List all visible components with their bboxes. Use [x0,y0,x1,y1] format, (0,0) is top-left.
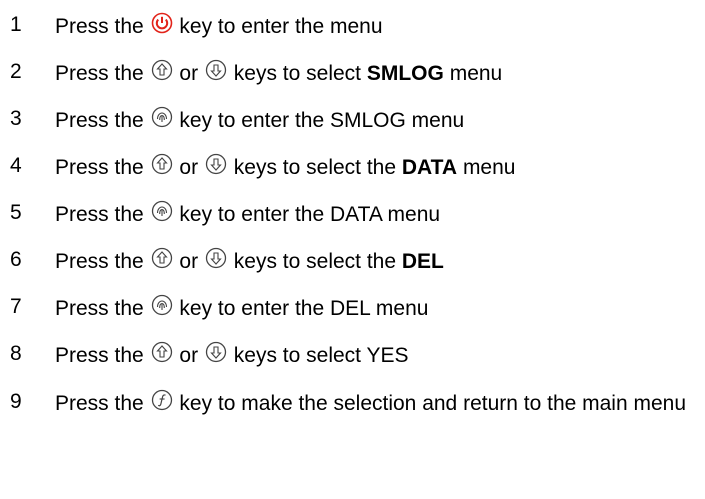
step-text: Press the or keys to select the DEL [55,247,695,274]
step-text: Press the or keys to select YES [55,341,695,368]
down-arrow-icon [205,247,227,269]
down-arrow-icon [205,153,227,175]
power-icon [151,12,173,34]
step-number: 7 [10,295,22,318]
up-arrow-icon [151,341,173,363]
function-icon [151,389,173,411]
step-number: 4 [10,154,22,177]
down-arrow-icon [205,59,227,81]
enter-icon [151,294,173,316]
down-arrow-icon [205,341,227,363]
step-text: Press the key to enter the DATA menu [55,200,695,227]
up-arrow-icon [151,59,173,81]
step-text: Press the key to make the selection and … [55,389,698,416]
enter-icon [151,200,173,222]
step-number: 9 [10,390,22,413]
enter-icon [151,106,173,128]
step-text: Press the or keys to select the DATA men… [55,153,695,180]
step-text: Press the key to enter the SMLOG menu [55,106,695,133]
step-number: 6 [10,248,22,271]
step-text: Press the or keys to select SMLOG menu [55,59,695,86]
step-number: 2 [10,60,22,83]
step-number: 3 [10,107,22,130]
up-arrow-icon [151,153,173,175]
step-number: 1 [10,13,22,36]
step-text: Press the key to enter the DEL menu [55,294,695,321]
up-arrow-icon [151,247,173,269]
step-number: 5 [10,201,22,224]
step-text: Press the key to enter the menu [55,12,695,39]
step-number: 8 [10,342,22,365]
